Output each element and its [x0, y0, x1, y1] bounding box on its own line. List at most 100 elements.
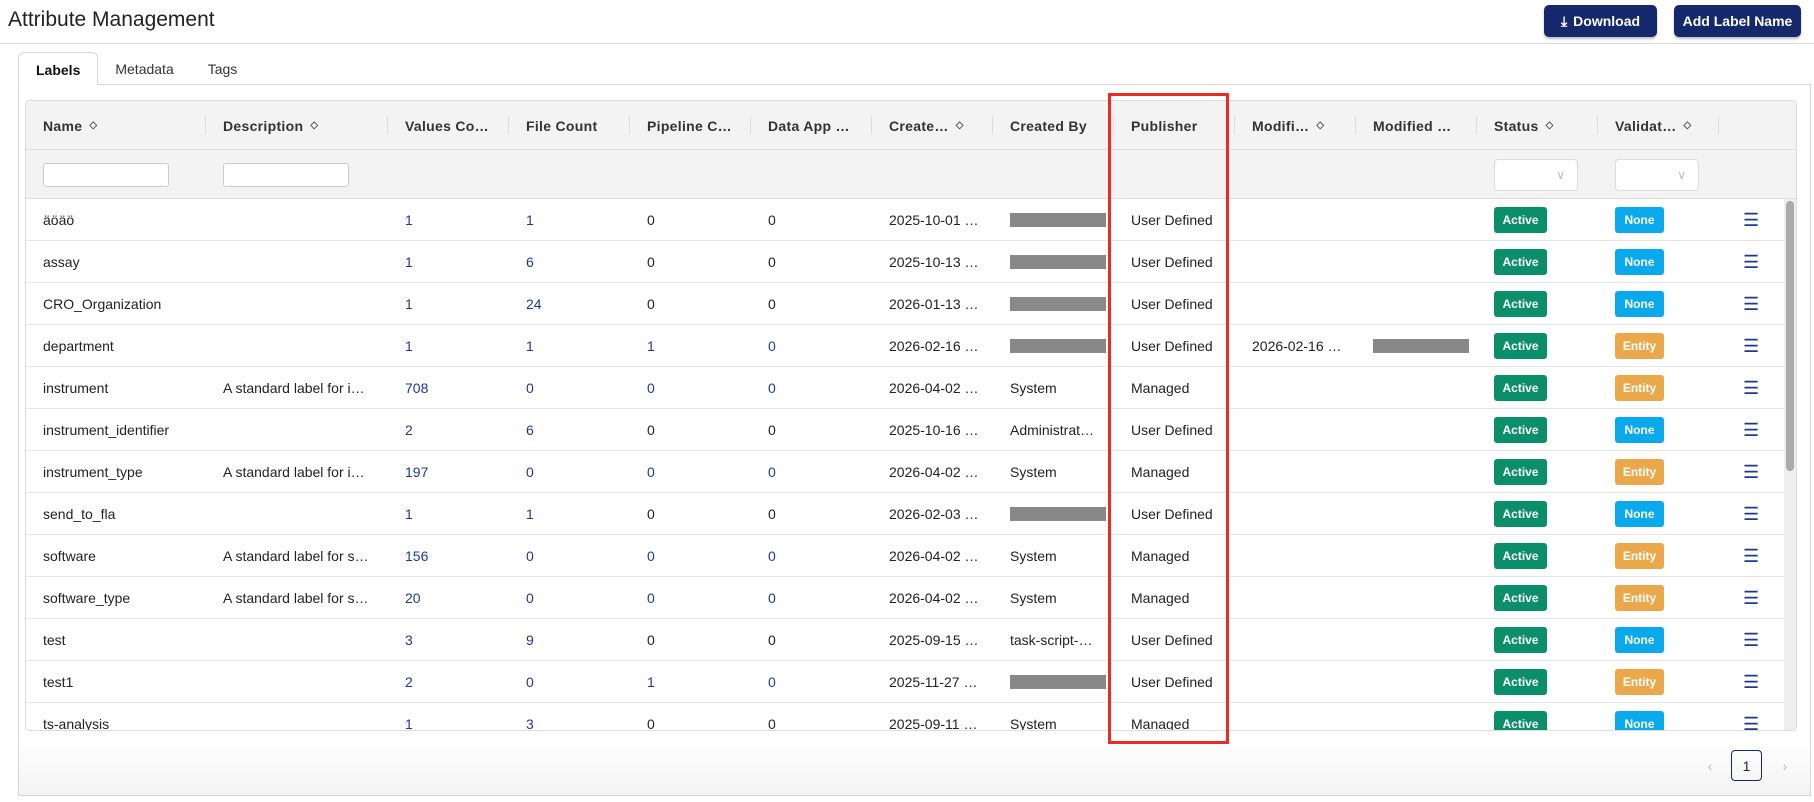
files-value[interactable]: 9	[526, 632, 534, 648]
files-value[interactable]: 0	[526, 674, 534, 690]
sort-icon[interactable]: ◇	[956, 120, 964, 131]
dataapp-value[interactable]: 0	[768, 674, 776, 690]
table-row[interactable]: instrument A standard label for i… 708 0 0 0 2…	[26, 367, 1786, 409]
menu-icon[interactable]: ☰	[1743, 420, 1759, 441]
files-value[interactable]: 0	[526, 590, 534, 606]
table-row[interactable]: test 3 9 0 0 2025-09-15 … task-script-… User De…	[26, 619, 1786, 661]
menu-icon[interactable]: ☰	[1743, 294, 1759, 315]
prev-page-button[interactable]: ‹	[1700, 750, 1720, 781]
pipeline-value[interactable]: 0	[647, 464, 655, 480]
column-header-0[interactable]: Name ◇	[26, 101, 206, 150]
table-row[interactable]: test1 2 0 1 0 2025-11-27 … User Defined Active E…	[26, 661, 1786, 703]
values-value[interactable]: 708	[405, 380, 428, 396]
sort-icon[interactable]: ◇	[1546, 120, 1554, 131]
menu-icon[interactable]: ☰	[1743, 210, 1759, 231]
status-filter-select[interactable]: ∨	[1494, 159, 1578, 191]
column-header-7: Created By	[993, 101, 1114, 150]
values-value[interactable]: 20	[405, 590, 421, 606]
tab-tags[interactable]: Tags	[191, 52, 255, 85]
cell-modified_by	[1356, 661, 1477, 703]
files-value[interactable]: 24	[526, 296, 542, 312]
files-value[interactable]: 0	[526, 380, 534, 396]
dataapp-value[interactable]: 0	[768, 380, 776, 396]
cell-desc	[206, 619, 388, 661]
values-value[interactable]: 1	[405, 212, 413, 228]
files-value[interactable]: 6	[526, 254, 534, 270]
values-value[interactable]: 156	[405, 548, 428, 564]
dataapp-value[interactable]: 0	[768, 590, 776, 606]
pipeline-value[interactable]: 1	[647, 674, 655, 690]
scrollbar-thumb[interactable]	[1786, 201, 1794, 471]
name-filter-input[interactable]	[43, 163, 169, 187]
table-row[interactable]: ts-analysis 1 3 0 0 2025-09-11 … System Managed…	[26, 703, 1786, 731]
values-value[interactable]: 1	[405, 338, 413, 354]
status-badge: Active	[1494, 375, 1547, 401]
menu-icon[interactable]: ☰	[1743, 462, 1759, 483]
header-divider	[0, 43, 1814, 44]
values-value[interactable]: 1	[405, 254, 413, 270]
files-value[interactable]: 1	[526, 212, 534, 228]
table-row[interactable]: CRO_Organization 1 24 0 0 2026-01-13 … User De…	[26, 283, 1786, 325]
tab-metadata[interactable]: Metadata	[98, 52, 190, 85]
column-header-12[interactable]: Validat… ◇	[1598, 101, 1719, 150]
table-row[interactable]: software A standard label for s… 156 0 0 0 202…	[26, 535, 1786, 577]
validation-filter-select[interactable]: ∨	[1615, 159, 1699, 191]
values-value[interactable]: 1	[405, 716, 413, 730]
page-1-button[interactable]: 1	[1731, 750, 1762, 781]
table-row[interactable]: send_to_fla 1 1 0 0 2026-02-03 … User Defined A…	[26, 493, 1786, 535]
table-row[interactable]: instrument_type A standard label for i… 19…	[26, 451, 1786, 493]
table-row[interactable]: instrument_identifier 2 6 0 0 2025-10-16 … Adm…	[26, 409, 1786, 451]
next-page-button[interactable]: ›	[1775, 750, 1795, 781]
menu-icon[interactable]: ☰	[1743, 588, 1759, 609]
sort-icon[interactable]: ◇	[310, 120, 318, 131]
column-header-11[interactable]: Status ◇	[1477, 101, 1598, 150]
dataapp-value[interactable]: 0	[768, 464, 776, 480]
files-value[interactable]: 1	[526, 338, 534, 354]
values-value[interactable]: 1	[405, 296, 413, 312]
dataapp-value[interactable]: 0	[768, 548, 776, 564]
menu-icon[interactable]: ☰	[1743, 630, 1759, 651]
menu-icon[interactable]: ☰	[1743, 378, 1759, 399]
values-value[interactable]: 197	[405, 464, 428, 480]
files-value[interactable]: 1	[526, 506, 534, 522]
values-value[interactable]: 3	[405, 632, 413, 648]
files-value[interactable]: 0	[526, 464, 534, 480]
column-header-1[interactable]: Description ◇	[206, 101, 388, 150]
sort-icon[interactable]: ◇	[1684, 120, 1692, 131]
cell-dataapp: 0	[751, 199, 872, 241]
pipeline-value[interactable]: 0	[647, 590, 655, 606]
table-row[interactable]: software_type A standard label for s… 20 0 0…	[26, 577, 1786, 619]
files-value[interactable]: 0	[526, 548, 534, 564]
pipeline-value[interactable]: 0	[647, 380, 655, 396]
files-value[interactable]: 3	[526, 716, 534, 730]
cell-values: 1	[388, 283, 509, 325]
menu-icon[interactable]: ☰	[1743, 672, 1759, 693]
cell-modified	[1235, 451, 1356, 493]
column-header-6[interactable]: Create… ◇	[872, 101, 993, 150]
table-scrollbar[interactable]	[1784, 199, 1796, 730]
menu-icon[interactable]: ☰	[1743, 252, 1759, 273]
add-label-name-button[interactable]: Add Label Name	[1674, 5, 1801, 37]
name-value: assay	[43, 254, 80, 270]
column-header-9[interactable]: Modifi… ◇	[1235, 101, 1356, 150]
menu-icon[interactable]: ☰	[1743, 714, 1759, 731]
files-value[interactable]: 6	[526, 422, 534, 438]
values-value[interactable]: 2	[405, 674, 413, 690]
sort-icon[interactable]: ◇	[1316, 120, 1324, 131]
table-row[interactable]: assay 1 6 0 0 2025-10-13 … User Defined Active N…	[26, 241, 1786, 283]
dataapp-value[interactable]: 0	[768, 338, 776, 354]
menu-icon[interactable]: ☰	[1743, 504, 1759, 525]
tab-labels[interactable]: Labels	[18, 52, 99, 85]
description-filter-input[interactable]	[223, 163, 349, 187]
download-button[interactable]: ⤓ Download	[1544, 5, 1657, 37]
menu-icon[interactable]: ☰	[1743, 546, 1759, 567]
values-value[interactable]: 1	[405, 506, 413, 522]
pipeline-value[interactable]: 0	[647, 548, 655, 564]
values-value[interactable]: 2	[405, 422, 413, 438]
cell-created: 2026-04-02 …	[872, 451, 993, 493]
table-row[interactable]: äöäö 1 1 0 0 2025-10-01 … User Defined Active No…	[26, 199, 1786, 241]
table-row[interactable]: department 1 1 1 0 2026-02-16 … User Defined 20…	[26, 325, 1786, 367]
menu-icon[interactable]: ☰	[1743, 336, 1759, 357]
sort-icon[interactable]: ◇	[89, 120, 97, 131]
pipeline-value[interactable]: 1	[647, 338, 655, 354]
